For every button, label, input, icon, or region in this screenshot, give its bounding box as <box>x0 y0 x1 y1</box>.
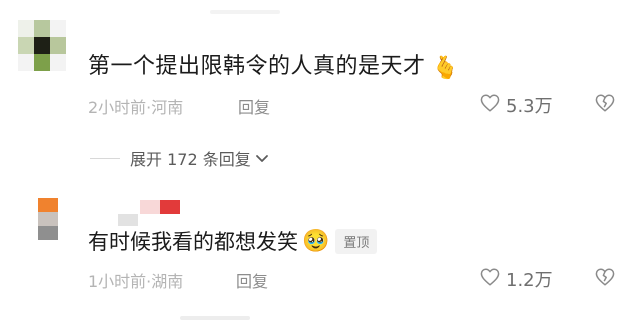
avatar[interactable] <box>18 20 66 71</box>
comment-meta: 2小时前·河南 <box>88 98 184 117</box>
finger-heart-emoji: 🫰 <box>431 56 460 81</box>
heart-outline-icon <box>480 267 500 291</box>
heart-outline-icon <box>480 93 500 117</box>
like-button[interactable]: 1.2万 <box>480 266 553 292</box>
divider <box>90 157 120 159</box>
username-placeholder[interactable] <box>118 214 138 226</box>
holding-back-tears-emoji: 🥹 <box>302 228 330 254</box>
broken-heart-outline-icon <box>595 268 615 290</box>
username-placeholder[interactable] <box>140 200 160 214</box>
dislike-button[interactable] <box>595 268 615 290</box>
avatar[interactable] <box>38 198 62 240</box>
username-placeholder[interactable] <box>210 10 280 14</box>
comment-text: 第一个提出限韩令的人真的是天才 🫰 <box>88 48 459 81</box>
chevron-down-icon <box>255 149 269 168</box>
like-count: 5.3万 <box>506 96 553 117</box>
next-comment-placeholder <box>180 316 250 320</box>
comment-meta: 1小时前·湖南 <box>88 272 184 291</box>
like-count: 1.2万 <box>506 270 553 291</box>
username-placeholder[interactable] <box>160 200 180 214</box>
comment-text: 有时候我看的都想发笑 🥹 置顶 <box>88 226 378 256</box>
reply-button[interactable]: 回复 <box>236 268 268 292</box>
comment-feed: 第一个提出限韩令的人真的是天才 🫰 2小时前·河南 回复 5.3万 展开 172 … <box>0 0 640 322</box>
broken-heart-outline-icon <box>595 94 615 116</box>
like-button[interactable]: 5.3万 <box>480 92 553 118</box>
comment-body: 第一个提出限韩令的人真的是天才 <box>88 54 426 79</box>
expand-replies-label: 展开 172 条回复 <box>130 150 251 169</box>
reply-button[interactable]: 回复 <box>238 94 270 118</box>
dislike-button[interactable] <box>595 94 615 116</box>
expand-replies-button[interactable]: 展开 172 条回复 <box>90 146 269 170</box>
pinned-badge: 置顶 <box>335 228 378 254</box>
comment-body: 有时候我看的都想发笑 <box>88 230 298 254</box>
